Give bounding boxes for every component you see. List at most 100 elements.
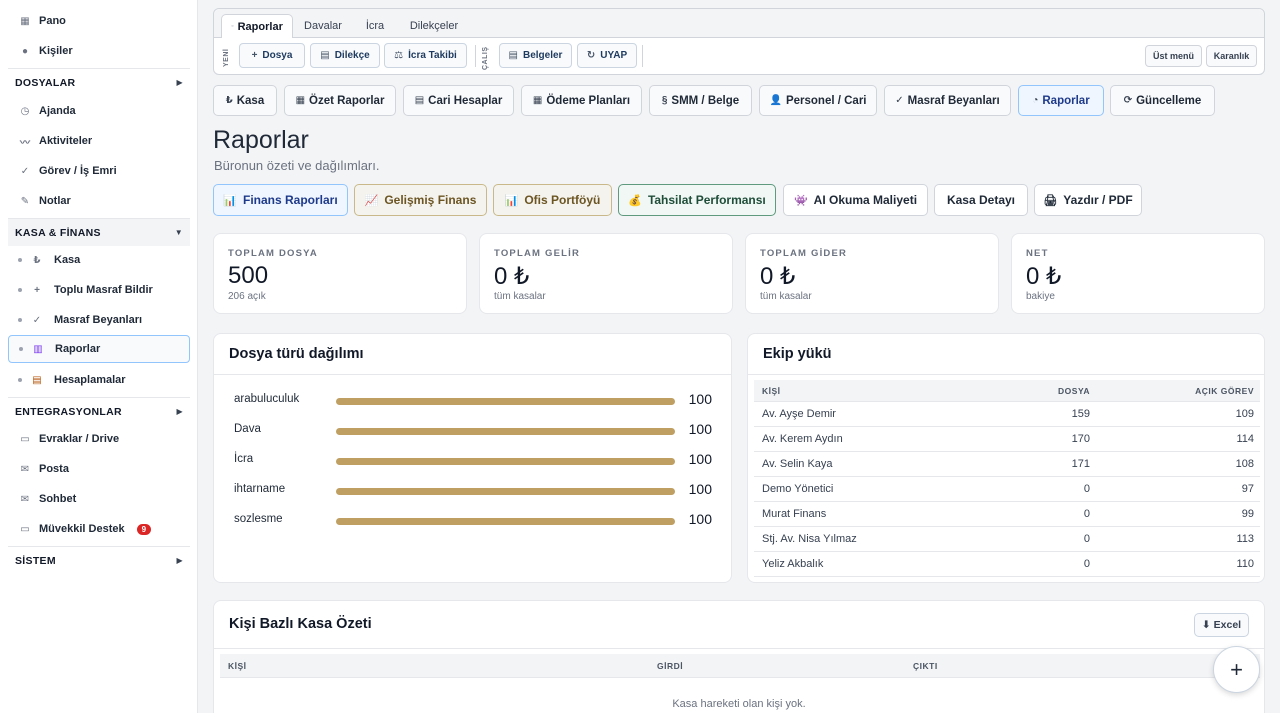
bullet-dot: [19, 347, 23, 351]
distribution-value: 100: [688, 421, 712, 437]
sidebar-item-notlar[interactable]: ✎ Notlar: [8, 187, 190, 215]
sidebar-section-dosyalar[interactable]: DOSYALAR ▶: [8, 68, 190, 96]
calculator-icon: ▤: [32, 374, 42, 386]
bar-track: [336, 458, 675, 465]
dot-icon: ◦: [231, 23, 234, 30]
gelismis-finans-button[interactable]: 📈 Gelişmiş Finans: [354, 184, 487, 216]
sidebar-item-masraf-beyanlari[interactable]: ✓ Masraf Beyanları: [8, 306, 190, 334]
module-masraf-beyanlari-button[interactable]: ✓ Masraf Beyanları: [884, 85, 1011, 116]
button-label: Yazdır / PDF: [1063, 193, 1133, 207]
ai-okuma-maliyeti-button[interactable]: 👾 AI Okuma Maliyeti: [783, 184, 928, 216]
cell-acik-gorev: 114: [1236, 433, 1254, 445]
tab-icra[interactable]: İcra: [358, 14, 392, 38]
ofis-portfoyu-button[interactable]: 📊 Ofis Portföyü: [493, 184, 612, 216]
cell-kisi: Av. Selin Kaya: [762, 458, 833, 470]
sidebar-item-muvekkil-destek[interactable]: ▭ Müvekkil Destek 9: [8, 515, 190, 543]
sidebar-item-kisiler[interactable]: ● Kişiler: [8, 37, 190, 65]
refresh-icon: ↻: [586, 50, 596, 61]
table-row[interactable]: Av. Ayşe Demir 159 109: [754, 402, 1260, 427]
sidebar-item-evraklar[interactable]: ▭ Evraklar / Drive: [8, 425, 190, 453]
sidebar-section-entegrasyonlar[interactable]: ENTEGRASYONLAR ▶: [8, 397, 190, 425]
tab-dilekceler[interactable]: Dilekçeler: [402, 14, 466, 38]
bullet-dot: [18, 258, 22, 262]
module-cari-hesaplar-button[interactable]: ▤ Cari Hesaplar: [403, 85, 514, 116]
sidebar-item-pano[interactable]: ▦ Pano: [8, 7, 190, 35]
table-header: KİŞİ DOSYA AÇIK GÖREV: [754, 380, 1260, 402]
sidebar-item-posta[interactable]: ✉ Posta: [8, 455, 190, 483]
module-ozet-raporlar-button[interactable]: ▦ Özet Raporlar: [284, 85, 396, 116]
file-type-distribution-panel: Dosya türü dağılımı arabuluculuk 100 Dava 1…: [213, 333, 732, 583]
table-row[interactable]: Demo Yönetici 0 97: [754, 477, 1260, 502]
sidebar-item-label: Görev / İş Emri: [39, 165, 117, 177]
sidebar-item-sohbet[interactable]: ✉ Sohbet: [8, 485, 190, 513]
chevron-right-icon: ▶: [176, 407, 183, 416]
cell-acik-gorev: 109: [1235, 408, 1254, 420]
sidebar-item-label: Aktiviteler: [39, 135, 93, 147]
bar-track: [336, 488, 675, 495]
cell-kisi: Murat Finans: [762, 508, 827, 520]
sidebar-item-ajanda[interactable]: ◷ Ajanda: [8, 97, 190, 125]
table-row[interactable]: Yeliz Akbalık 0 110: [754, 552, 1260, 577]
sidebar-item-raporlar[interactable]: ▥ Raporlar: [8, 335, 190, 363]
calendar-icon: ▦: [532, 95, 543, 106]
distribution-label: Dava: [234, 423, 261, 435]
tab-strip: ◦ Raporlar Davalar İcra Dilekçeler: [214, 9, 1264, 38]
new-dosya-button[interactable]: + Dosya: [239, 43, 305, 68]
finans-raporlari-button[interactable]: 📊 Finans Raporları: [213, 184, 348, 216]
sidebar-item-aktiviteler[interactable]: 〰 Aktiviteler: [8, 127, 190, 155]
sidebar-item-label: Evraklar / Drive: [39, 433, 120, 445]
distribution-row: sozlesme 100: [234, 510, 712, 530]
top-menu-button[interactable]: Üst menü: [1145, 45, 1202, 67]
lira-icon: ₺: [33, 254, 41, 266]
sidebar-item-label: Hesaplamalar: [54, 374, 126, 386]
pencil-icon: ✎: [20, 195, 30, 207]
bar-track: [336, 518, 675, 525]
module-raporlar-button[interactable]: ◔ Raporlar: [1018, 85, 1104, 116]
distribution-label: ihtarname: [234, 483, 286, 495]
notification-badge: 9: [136, 523, 152, 535]
tahsilat-performansi-button[interactable]: 💰 Tahsilat Performansı: [618, 184, 776, 216]
col-kisi: KİŞİ: [228, 661, 247, 671]
cell-dosya: 0: [1083, 508, 1090, 520]
tab-davalar[interactable]: Davalar: [298, 14, 348, 38]
stat-label: TOPLAM GELİR: [494, 248, 581, 259]
table-row[interactable]: Stj. Av. Nisa Yılmaz 0 113: [754, 527, 1260, 552]
sidebar-section-sistem[interactable]: SİSTEM ▶: [8, 546, 190, 574]
module-kasa-button[interactable]: ₺ Kasa: [213, 85, 277, 116]
sidebar-section-kasa-finans[interactable]: KASA & FİNANS ▼: [8, 218, 190, 246]
yazdir-pdf-button[interactable]: 🖨 Yazdır / PDF: [1034, 184, 1142, 216]
sidebar-item-toplu-masraf[interactable]: + Toplu Masraf Bildir: [8, 276, 190, 304]
divider: [475, 45, 476, 67]
document-icon: ▤: [508, 50, 518, 61]
panel-title: Ekip yükü: [763, 346, 832, 362]
cell-dosya: 170: [1071, 433, 1090, 445]
stat-card-toplam-dosya: TOPLAM DOSYA 500 206 açık: [213, 233, 467, 314]
team-table: KİŞİ DOSYA AÇIK GÖREV Av. Ayşe Demir 159 1…: [754, 380, 1260, 577]
distribution-value: 100: [688, 511, 712, 527]
table-row[interactable]: Av. Kerem Aydın 170 114: [754, 427, 1260, 452]
trend-chart-icon: 📈: [364, 194, 379, 207]
new-dilekce-button[interactable]: ▤ Dilekçe: [310, 43, 380, 68]
cell-acik-gorev: 99: [1241, 508, 1254, 520]
table-row[interactable]: Av. Selin Kaya 171 108: [754, 452, 1260, 477]
tab-raporlar[interactable]: ◦ Raporlar: [221, 14, 293, 38]
chevron-right-icon: ▶: [176, 78, 183, 87]
table-row[interactable]: Murat Finans 0 99: [754, 502, 1260, 527]
dark-mode-button[interactable]: Karanlık: [1206, 45, 1257, 67]
sidebar-item-label: Pano: [39, 15, 66, 27]
pie-chart-icon: ◔: [1032, 95, 1039, 106]
excel-export-button[interactable]: ⬇ Excel: [1194, 613, 1249, 637]
uyap-button[interactable]: ↻ UYAP: [577, 43, 637, 68]
module-personel-cari-button[interactable]: 👤 Personel / Cari: [759, 85, 877, 116]
module-odeme-planlari-button[interactable]: ▦ Ödeme Planları: [521, 85, 642, 116]
belgeler-button[interactable]: ▤ Belgeler: [499, 43, 572, 68]
sidebar-item-label: Ajanda: [39, 105, 76, 117]
sidebar-item-hesaplamalar[interactable]: ▤ Hesaplamalar: [8, 366, 190, 394]
module-smm-belge-button[interactable]: § SMM / Belge: [649, 85, 752, 116]
sidebar-item-gorev[interactable]: ✓ Görev / İş Emri: [8, 157, 190, 185]
add-fab-button[interactable]: +: [1213, 646, 1260, 693]
new-icra-takibi-button[interactable]: ⚖ İcra Takibi: [384, 43, 467, 68]
module-guncelleme-button[interactable]: ⟳ Güncelleme: [1110, 85, 1215, 116]
sidebar-item-kasa[interactable]: ₺ Kasa: [8, 246, 190, 274]
kasa-detayi-button[interactable]: Kasa Detayı: [934, 184, 1028, 216]
